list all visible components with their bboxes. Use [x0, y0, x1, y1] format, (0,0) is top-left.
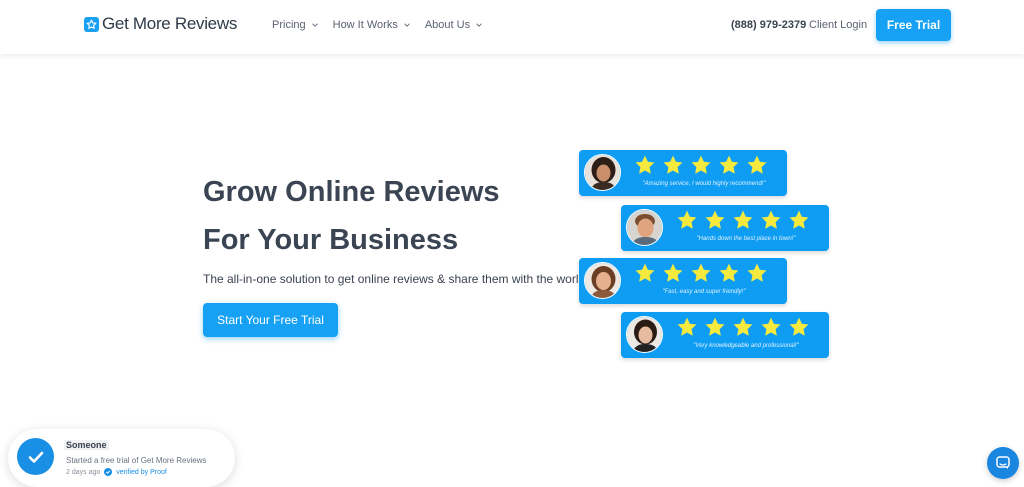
- star-icon: [719, 263, 739, 282]
- star-icon: [747, 155, 767, 174]
- nav-pricing[interactable]: Pricing: [272, 19, 319, 31]
- star-icon: [789, 317, 809, 336]
- phone-number[interactable]: (888) 979-2379: [731, 19, 806, 31]
- review-quote: "Hands down the best place in town!": [696, 236, 796, 242]
- proof-name: Someone: [64, 440, 109, 450]
- hero-title-line1: Grow Online Reviews: [203, 176, 500, 208]
- proof-meta: 2 days ago verified by Proof: [66, 468, 167, 476]
- free-trial-button[interactable]: Free Trial: [876, 9, 951, 41]
- review-card: "Hands down the best place in town!": [621, 205, 829, 251]
- avatar: [626, 316, 663, 353]
- star-icon: [761, 210, 781, 229]
- star-icon: [789, 210, 809, 229]
- avatar: [626, 209, 663, 246]
- review-quote: "Very knowledgeable and professional!": [693, 343, 799, 349]
- proof-time: 2 days ago: [66, 468, 101, 476]
- main-nav: Pricing How It Works About Us: [272, 19, 483, 31]
- chevron-down-icon: [311, 23, 318, 27]
- chat-bubble-icon: [996, 456, 1010, 470]
- proof-message: Started a free trial of Get More Reviews: [66, 456, 207, 465]
- chevron-down-icon: [476, 23, 482, 27]
- logo[interactable]: Get More Reviews: [84, 14, 237, 34]
- review-card: "Amazing service, I would highly recomme…: [579, 150, 787, 196]
- star-rating: [634, 154, 768, 176]
- site-header: Get More Reviews Pricing How It Works Ab…: [0, 0, 1024, 54]
- start-free-trial-button[interactable]: Start Your Free Trial: [203, 303, 338, 337]
- hero-title-line2: For Your Business: [203, 224, 459, 256]
- star-icon: [719, 155, 739, 174]
- star-icon: [691, 263, 711, 282]
- hero-subtitle: The all-in-one solution to get online re…: [203, 272, 586, 286]
- verified-check-icon: [104, 468, 113, 476]
- star-icon: [705, 317, 725, 336]
- client-login-link[interactable]: Client Login: [809, 19, 867, 31]
- star-icon: [733, 317, 753, 336]
- star-icon: [635, 263, 655, 282]
- star-icon: [635, 155, 655, 174]
- chevron-down-icon: [404, 23, 410, 27]
- avatar: [584, 154, 621, 191]
- star-icon: [733, 210, 753, 229]
- star-icon: [677, 317, 697, 336]
- star-icon: [747, 263, 767, 282]
- review-quote: "Amazing service, I would highly recomme…: [642, 181, 766, 187]
- star-icon: [705, 210, 725, 229]
- star-rating: [676, 209, 810, 231]
- proof-notification[interactable]: Someone Started a free trial of Get More…: [8, 429, 235, 487]
- nav-how-it-works-label: How It Works: [332, 19, 398, 31]
- nav-how-it-works[interactable]: How It Works: [333, 19, 411, 31]
- avatar: [584, 262, 621, 299]
- hero-title: Grow Online Reviews For Your Business: [203, 168, 500, 264]
- chat-launcher-button[interactable]: [987, 447, 1019, 479]
- review-card: "Very knowledgeable and professional!": [621, 312, 829, 358]
- review-card: "Fast, easy and super friendly!": [579, 258, 787, 304]
- verified-by-proof[interactable]: verified by Proof: [116, 469, 167, 476]
- star-icon: [677, 210, 697, 229]
- logo-text: Get More Reviews: [102, 14, 238, 33]
- nav-about-us-label: About Us: [424, 19, 471, 31]
- review-quote: "Fast, easy and super friendly!": [662, 289, 746, 295]
- star-icon: [761, 317, 781, 336]
- nav-pricing-label: Pricing: [272, 19, 306, 31]
- star-rating: [634, 262, 768, 284]
- star-badge-icon: [84, 16, 99, 32]
- check-circle-icon: [17, 438, 54, 475]
- nav-about-us[interactable]: About Us: [425, 19, 483, 31]
- star-rating: [676, 316, 810, 338]
- star-icon: [691, 155, 711, 174]
- star-icon: [663, 155, 683, 174]
- star-icon: [663, 263, 683, 282]
